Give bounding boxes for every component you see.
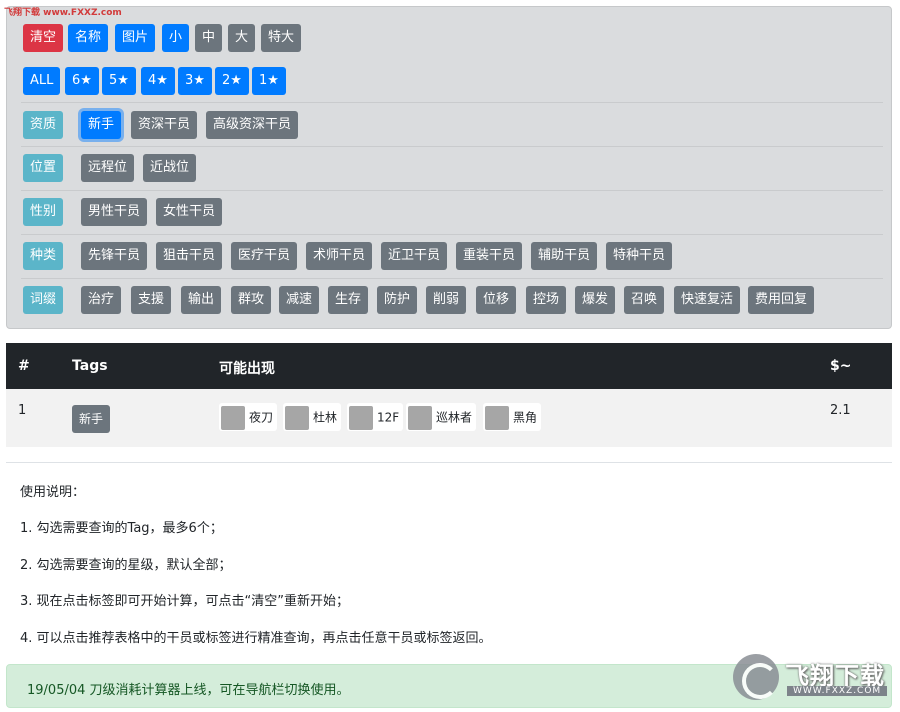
operator-chip[interactable]: 杜林 <box>283 403 342 431</box>
row-divider <box>21 190 883 191</box>
operator-avatar <box>349 405 373 430</box>
row-divider <box>21 234 883 235</box>
tag-senior-button[interactable]: 资深干员 <box>131 111 198 139</box>
logo-icon <box>733 654 779 700</box>
tag-sniper-button[interactable]: 狙击干员 <box>156 242 223 270</box>
instructions-title: 使用说明： <box>20 485 86 500</box>
tag-novice-button[interactable]: 新手 <box>81 111 122 139</box>
toggle-image-button[interactable]: 图片 <box>115 24 156 52</box>
tag-summon-button[interactable]: 召唤 <box>624 286 665 314</box>
instruction-item: 4. 可以点击推荐表格中的干员或标签进行精准查询，再点击任意干员或标签返回。 <box>20 631 492 646</box>
class-label: 种类 <box>23 242 64 270</box>
row-price: 2.1 <box>830 403 851 418</box>
clear-button[interactable]: 清空 <box>23 24 64 52</box>
tag-debuff-button[interactable]: 削弱 <box>426 286 467 314</box>
tag-aoe-button[interactable]: 群攻 <box>231 286 272 314</box>
tag-survival-button[interactable]: 生存 <box>328 286 369 314</box>
tag-dp-recovery-button[interactable]: 费用回复 <box>748 286 815 314</box>
row-tag-button[interactable]: 新手 <box>72 405 111 433</box>
size-small-button[interactable]: 小 <box>162 24 190 52</box>
star-3-button[interactable]: 3★ <box>178 67 212 95</box>
affix-row: 词缀 治疗 支援 输出 群攻 减速 生存 防护 削弱 位移 控场 爆发 召唤 快… <box>7 278 891 322</box>
tag-defense-button[interactable]: 防护 <box>377 286 418 314</box>
star-5-button[interactable]: 5★ <box>102 67 136 95</box>
size-xlarge-button[interactable]: 特大 <box>261 24 302 52</box>
star-all-button[interactable]: ALL <box>23 67 61 95</box>
instruction-item: 1. 勾选需要查询的Tag，最多6个； <box>20 521 223 536</box>
tag-slow-button[interactable]: 减速 <box>279 286 320 314</box>
tag-dps-button[interactable]: 输出 <box>181 286 222 314</box>
header-possible: 可能出现 <box>219 361 275 377</box>
gender-label: 性别 <box>23 198 64 226</box>
tag-specialist-button[interactable]: 特种干员 <box>606 242 673 270</box>
operator-avatar <box>285 405 309 430</box>
tag-guard-button[interactable]: 近卫干员 <box>381 242 448 270</box>
qualification-row: 资质 新手 资深干员 高级资深干员 <box>7 102 891 146</box>
row-divider <box>21 278 883 279</box>
header-tags: Tags <box>72 358 108 374</box>
logo-url: WWW.FXXZ.COM <box>787 686 888 696</box>
star-6-button[interactable]: 6★ <box>65 67 99 95</box>
operator-avatar <box>408 405 432 430</box>
row-number: 1 <box>18 403 27 418</box>
qualification-label: 资质 <box>23 111 64 139</box>
table-header: # Tags 可能出现 $~ <box>6 343 892 389</box>
toggle-name-button[interactable]: 名称 <box>68 24 109 52</box>
tag-vanguard-button[interactable]: 先锋干员 <box>81 242 148 270</box>
size-medium-button[interactable]: 中 <box>195 24 223 52</box>
tag-nuker-button[interactable]: 爆发 <box>575 286 616 314</box>
table-row: 1 新手 夜刀 杜林 12F 巡林者 黑角 2.1 <box>6 389 892 447</box>
operator-chip[interactable]: 夜刀 <box>219 403 278 431</box>
position-row: 位置 远程位 近战位 <box>7 146 891 190</box>
tag-female-button[interactable]: 女性干员 <box>156 198 223 226</box>
class-row: 种类 先锋干员 狙击干员 医疗干员 术师干员 近卫干员 重装干员 辅助干员 特种… <box>7 234 891 278</box>
tag-defender-button[interactable]: 重装干员 <box>456 242 523 270</box>
row-divider <box>21 146 883 147</box>
gender-row: 性别 男性干员 女性干员 <box>7 190 891 234</box>
operator-name: 巡林者 <box>436 410 473 425</box>
operator-chip[interactable]: 12F <box>347 403 404 431</box>
watermark-text: 飞翔下载 www.FXXZ.com <box>4 8 122 18</box>
tag-healing-button[interactable]: 治疗 <box>81 286 122 314</box>
row-divider <box>21 102 883 103</box>
header-num: # <box>18 358 30 374</box>
operator-chip[interactable]: 巡林者 <box>406 403 477 431</box>
star-4-button[interactable]: 4★ <box>141 67 175 95</box>
operator-name: 夜刀 <box>249 410 274 425</box>
operator-chip[interactable]: 黑角 <box>483 403 542 431</box>
position-label: 位置 <box>23 154 64 182</box>
affix-label: 词缀 <box>23 286 64 314</box>
operator-name: 杜林 <box>313 410 338 425</box>
tag-top-senior-button[interactable]: 高级资深干员 <box>206 111 299 139</box>
star-2-button[interactable]: 2★ <box>215 67 249 95</box>
tag-melee-button[interactable]: 近战位 <box>143 154 197 182</box>
tag-support-button[interactable]: 支援 <box>131 286 172 314</box>
section-divider <box>6 462 892 463</box>
instruction-item: 3. 现在点击标签即可开始计算，可点击“清空”重新开始； <box>20 594 350 609</box>
operator-avatar <box>485 405 509 430</box>
star-1-button[interactable]: 1★ <box>252 67 286 95</box>
filter-panel: 清空 名称 图片 小 中 大 特大 ALL 6★ 5★ 4★ 3★ 2★ 1★ … <box>6 6 892 329</box>
header-price: $~ <box>830 358 852 374</box>
tag-male-button[interactable]: 男性干员 <box>81 198 148 226</box>
operator-name: 12F <box>377 410 400 425</box>
operator-avatar <box>221 405 245 430</box>
tag-ranged-button[interactable]: 远程位 <box>81 154 135 182</box>
size-large-button[interactable]: 大 <box>228 24 256 52</box>
watermark-logo: 飞翔下载 WWW.FXXZ.COM <box>733 654 891 700</box>
tag-caster-button[interactable]: 术师干员 <box>306 242 373 270</box>
tag-shift-button[interactable]: 位移 <box>476 286 517 314</box>
notice-text: 19/05/04 刀级消耗计算器上线，可在导航栏切换使用。 <box>27 683 350 698</box>
instruction-item: 2. 勾选需要查询的星级，默认全部； <box>20 558 232 573</box>
tag-medic-button[interactable]: 医疗干员 <box>231 242 298 270</box>
tag-crowd-control-button[interactable]: 控场 <box>526 286 567 314</box>
operator-name: 黑角 <box>513 410 538 425</box>
tag-supporter-button[interactable]: 辅助干员 <box>531 242 598 270</box>
tag-fast-redeploy-button[interactable]: 快速复活 <box>674 286 741 314</box>
